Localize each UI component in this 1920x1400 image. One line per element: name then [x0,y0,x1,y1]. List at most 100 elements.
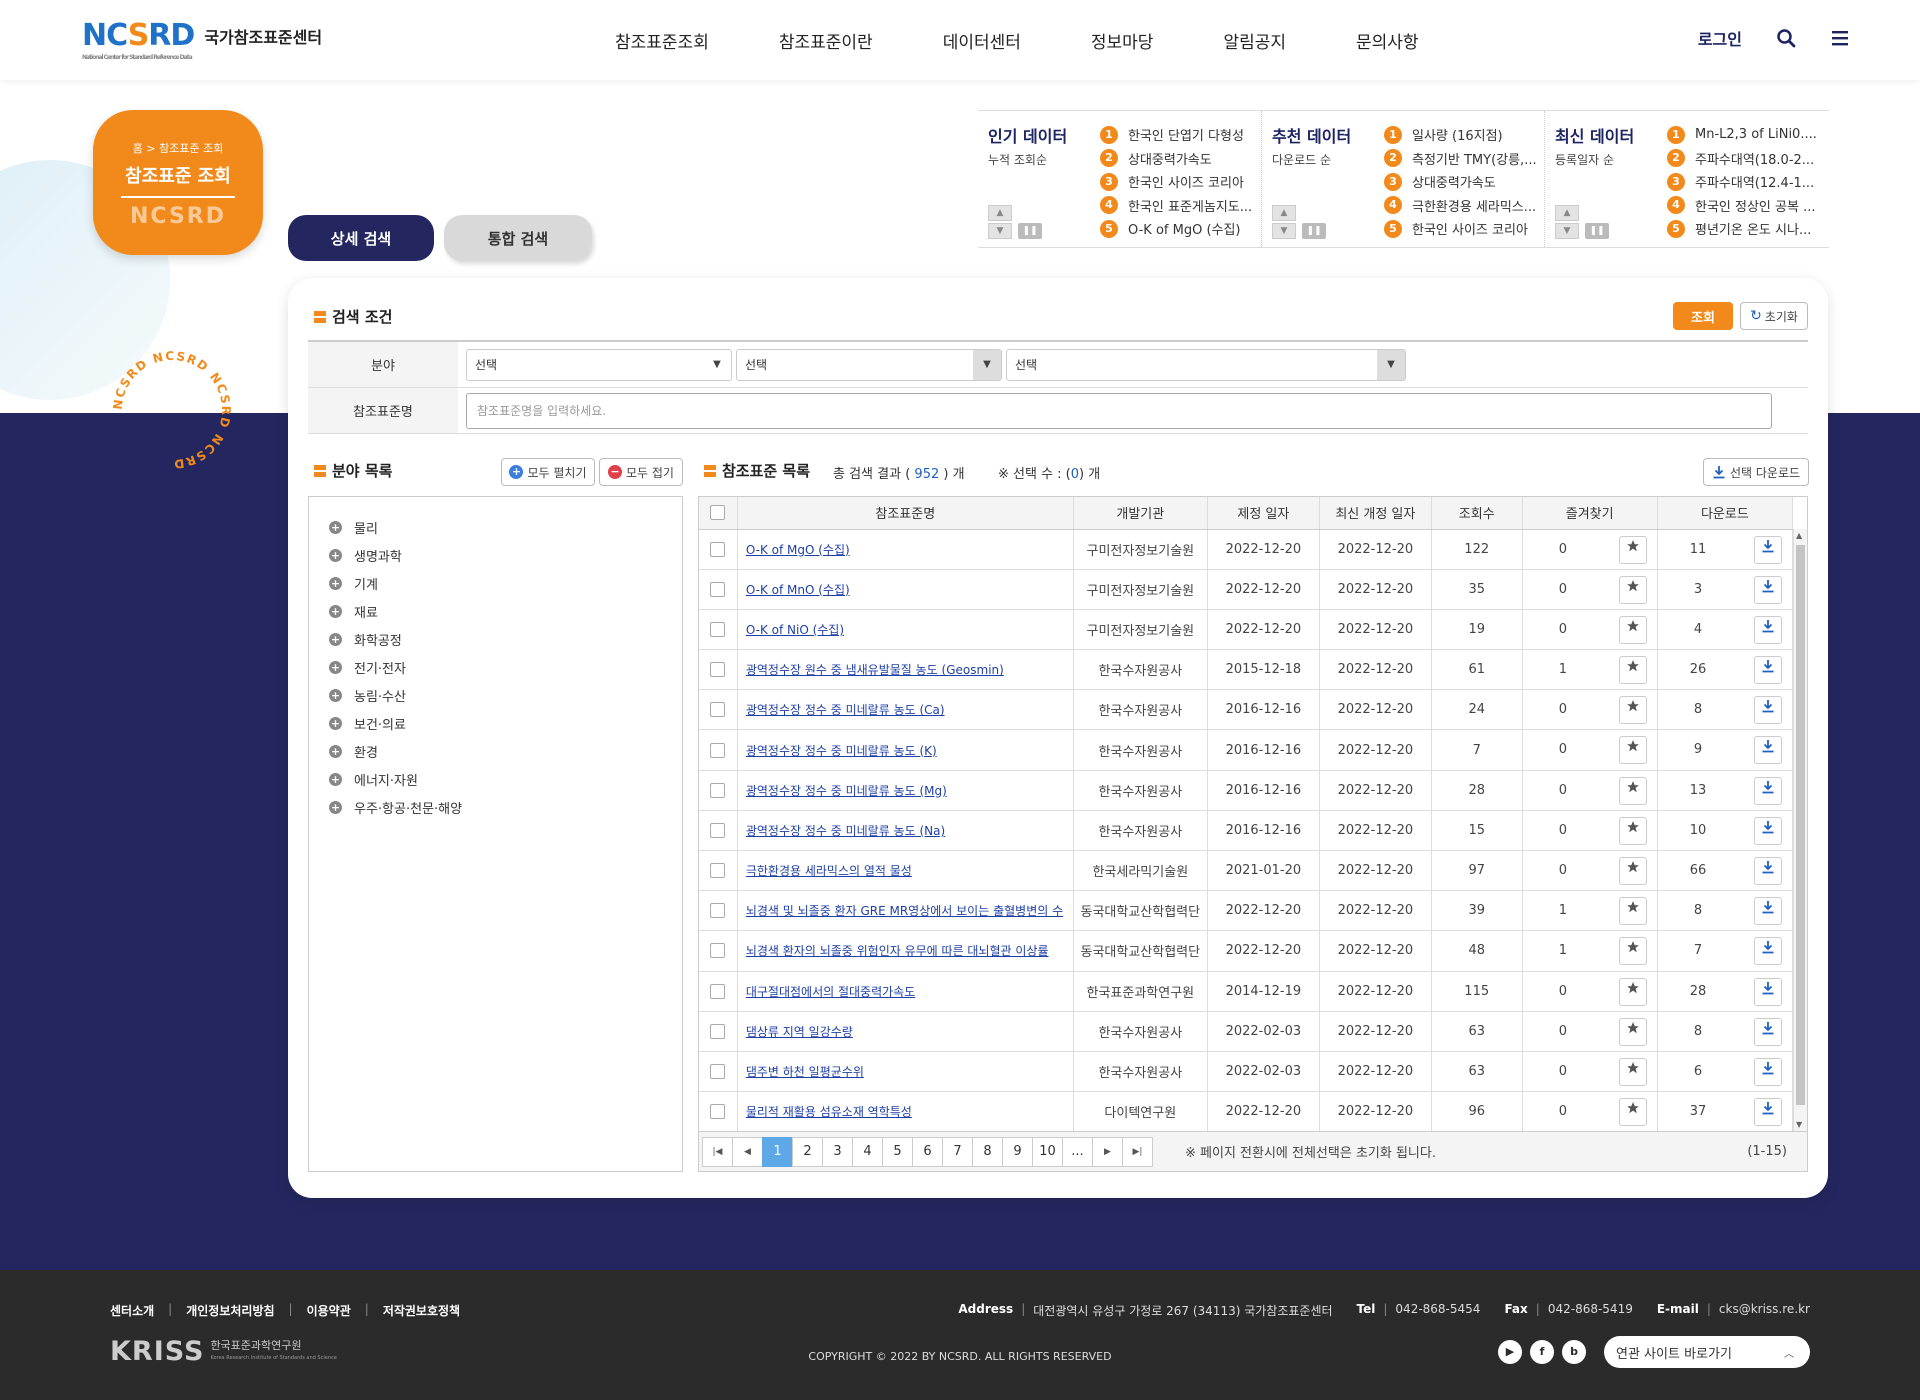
breadcrumb-home[interactable]: 홈 [133,142,143,155]
ranking-item[interactable]: 1 한국인 단엽기 다형성 [1100,123,1252,147]
ranking-down-button[interactable]: ▼ [1272,223,1296,239]
field-select-1[interactable]: 선택 ▼ [466,348,732,381]
row-checkbox[interactable] [710,1064,726,1080]
menu-item-about-reference[interactable]: 참조표준이란 [779,28,873,53]
row-checkbox[interactable] [710,662,726,678]
row-checkbox[interactable] [710,742,726,758]
page-button[interactable]: 9 [1002,1136,1033,1167]
row-checkbox[interactable] [710,702,726,718]
column-header[interactable]: 즐겨찾기 [1522,497,1658,530]
search-button[interactable]: 조회 [1673,302,1733,330]
reference-name-link[interactable]: 뇌경색 및 뇌졸중 환자 GRE MR영상에서 보이는 출혈병변의 수 [746,904,1063,918]
row-checkbox[interactable] [710,621,726,637]
page-button[interactable]: 7 [942,1136,973,1167]
reference-name-link[interactable]: 댐상류 지역 일강수량 [746,1025,853,1039]
reference-name-link[interactable]: 대구절대점에서의 절대중력가속도 [746,985,915,999]
reference-name-link[interactable]: O-K of MnO (수집) [746,583,850,597]
column-header[interactable]: 최신 개정 일자 [1319,497,1432,530]
reference-name-link[interactable]: O-K of MgO (수집) [746,543,850,557]
footer-link-terms[interactable]: 이용약관 [307,1302,351,1319]
download-selected-button[interactable]: 선택 다운로드 [1703,458,1809,486]
favorite-button[interactable] [1618,897,1647,926]
ranking-pause-button[interactable]: ❚❚ [1585,223,1609,239]
ranking-item[interactable]: 1 Mn-L2,3 of LiNi0.... [1667,123,1817,147]
youtube-icon[interactable]: ▶ [1498,1340,1522,1364]
download-button[interactable] [1754,696,1782,725]
ranking-item[interactable]: 2 상대중력가속도 [1100,147,1252,171]
page-button[interactable]: ... [1062,1136,1093,1167]
tree-item-agriculture[interactable]: + 농림·수산 [329,681,662,709]
login-link[interactable]: 로그인 [1698,26,1742,50]
favorite-button[interactable] [1618,696,1647,725]
row-checkbox[interactable] [710,1104,726,1120]
page-button[interactable]: 1 [762,1136,793,1167]
last-page-button[interactable]: ▶| [1122,1136,1153,1167]
page-button[interactable]: 10 [1032,1136,1063,1167]
reference-name-link[interactable]: 광역정수장 정수 중 미네랄류 농도 (Ca) [746,703,945,717]
favorite-button[interactable] [1618,615,1647,644]
ranking-pause-button[interactable]: ❚❚ [1018,223,1042,239]
download-button[interactable] [1754,1057,1782,1086]
download-button[interactable] [1754,937,1782,966]
ranking-down-button[interactable]: ▼ [988,223,1012,239]
reference-name-link[interactable]: 물리적 재활용 섬유소재 역학특성 [746,1105,912,1119]
tree-item-mechanical[interactable]: + 기계 [329,569,662,597]
menu-icon[interactable] [1830,28,1850,48]
reference-name-link[interactable]: 광역정수장 정수 중 미네랄류 농도 (Mg) [746,784,947,798]
collapse-all-button[interactable]: − 모두 접기 [599,458,683,486]
first-page-button[interactable]: |◀ [702,1136,733,1167]
tree-item-chemical[interactable]: + 화학공정 [329,625,662,653]
favorite-button[interactable] [1618,816,1647,845]
column-header[interactable]: 조회수 [1431,497,1523,530]
row-checkbox[interactable] [710,541,726,557]
row-checkbox[interactable] [710,822,726,838]
reference-name-link[interactable]: 뇌경색 환자의 뇌졸중 위험인자 유무에 따른 대뇌혈관 이상률 [746,944,1049,958]
ranking-item[interactable]: 5 평년기온 온도 시나... [1667,217,1817,241]
column-header[interactable]: 다운로드 [1657,497,1794,530]
download-button[interactable] [1754,977,1782,1006]
download-button[interactable] [1754,575,1782,604]
download-button[interactable] [1754,1098,1782,1127]
ranking-item[interactable]: 1 일사량 (16지점) [1384,123,1537,147]
site-logo[interactable]: NCSRD National Center for Standard Refer… [82,18,322,61]
footer-link-copyright[interactable]: 저작권보호정책 [383,1302,460,1319]
ranking-up-button[interactable]: ▲ [988,205,1012,221]
column-header[interactable]: 개발기관 [1073,497,1208,530]
tree-item-environment[interactable]: + 환경 [329,737,662,765]
scroll-down-icon[interactable]: ▼ [1796,1120,1802,1129]
breadcrumb-current[interactable]: 참조표준 조회 [159,142,223,155]
row-checkbox[interactable] [710,581,726,597]
ranking-pause-button[interactable]: ❚❚ [1302,223,1326,239]
tree-item-materials[interactable]: + 재료 [329,597,662,625]
favorite-button[interactable] [1618,977,1647,1006]
ranking-item[interactable]: 2 측정기반 TMY(강릉,... [1384,147,1537,171]
search-icon[interactable] [1776,28,1796,48]
page-button[interactable]: 2 [792,1136,823,1167]
reference-name-link[interactable]: 광역정수장 원수 중 냄새유발물질 농도 (Geosmin) [746,663,1004,677]
download-button[interactable] [1754,776,1782,805]
tab-detail-search[interactable]: 상세 검색 [288,215,434,261]
column-header[interactable]: 제정 일자 [1207,497,1320,530]
row-checkbox[interactable] [710,903,726,919]
favorite-button[interactable] [1618,937,1647,966]
download-button[interactable] [1754,1017,1782,1046]
menu-item-notice[interactable]: 알림공지 [1223,28,1286,53]
footer-link-privacy[interactable]: 개인정보처리방침 [186,1302,274,1319]
page-button[interactable]: 8 [972,1136,1003,1167]
page-button[interactable]: 4 [852,1136,883,1167]
download-button[interactable] [1754,736,1782,765]
footer-link-about[interactable]: 센터소개 [110,1302,154,1319]
menu-item-inquiry[interactable]: 문의사항 [1356,28,1419,53]
row-checkbox[interactable] [710,943,726,959]
expand-all-button[interactable]: + 모두 펼치기 [501,458,595,486]
name-input[interactable]: 참조표준명을 입력하세요. [466,392,1772,429]
tree-item-health[interactable]: + 보건·의료 [329,709,662,737]
ranking-item[interactable]: 3 한국인 사이즈 코리아 [1100,170,1252,194]
tree-item-electronics[interactable]: + 전기·전자 [329,653,662,681]
favorite-button[interactable] [1618,1057,1647,1086]
download-button[interactable] [1754,816,1782,845]
favorite-button[interactable] [1618,656,1647,685]
blog-icon[interactable]: b [1562,1340,1586,1364]
download-button[interactable] [1754,615,1782,644]
ranking-down-button[interactable]: ▼ [1555,223,1579,239]
